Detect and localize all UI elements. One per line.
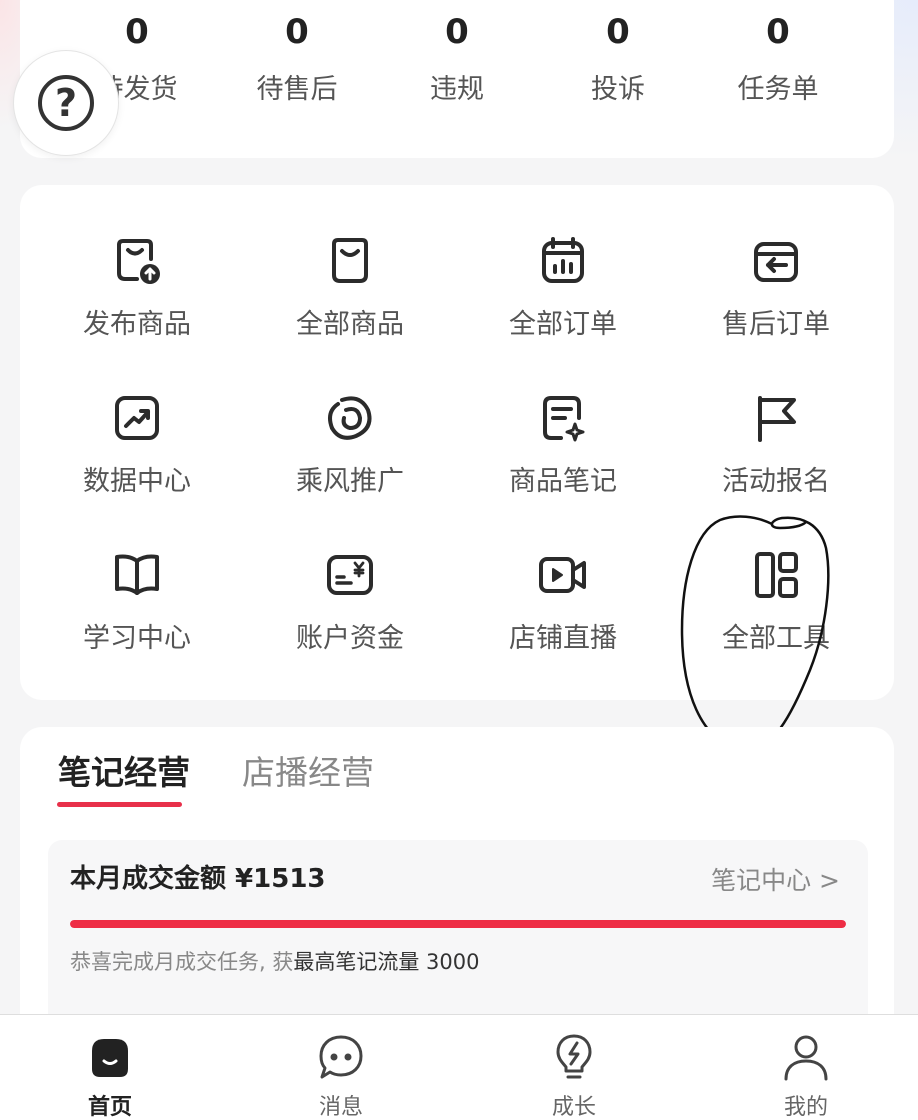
message-icon: [319, 1035, 363, 1079]
monthly-sales-title: 本月成交金额 ¥1513: [70, 864, 326, 894]
tab-live-business[interactable]: 店播经营: [242, 751, 374, 795]
all-orders-icon: [542, 237, 584, 283]
book-icon: [115, 554, 159, 595]
nav-label: 我的: [783, 1095, 828, 1120]
stat-label: 待售后: [256, 74, 338, 105]
nav-home[interactable]: 首页: [10, 1015, 210, 1120]
tool-label: 活动报名: [722, 466, 830, 497]
sales-progress-fill: [70, 920, 846, 928]
all-products-icon: [332, 238, 368, 283]
notes-center-link[interactable]: 笔记中心 >: [711, 864, 840, 898]
tab-notes-business[interactable]: 笔记经营: [58, 751, 190, 795]
nav-label: 首页: [87, 1095, 132, 1120]
tool-label: 全部工具: [722, 623, 830, 654]
order-stats-card: 0 待发货 0 待售后 0 违规 0 投诉 0 任务单: [20, 0, 894, 158]
tool-label: 全部订单: [509, 309, 617, 340]
stat-value: 0: [766, 12, 790, 52]
stat-violations[interactable]: 0 违规: [377, 10, 537, 108]
active-tab-indicator: [57, 802, 182, 807]
stat-label: 任务单: [737, 74, 819, 105]
tool-all-orders[interactable]: 全部订单: [463, 235, 663, 375]
video-icon: [539, 557, 586, 593]
nav-profile[interactable]: 我的: [706, 1015, 906, 1120]
flag-icon: [758, 396, 796, 442]
profile-icon: [784, 1035, 828, 1081]
tool-event-signup[interactable]: 活动报名: [676, 392, 876, 532]
nav-growth[interactable]: 成长: [474, 1015, 674, 1120]
tools-card: 发布商品 全部商品 全部订单 售后订单 数据中心 乘风推广 商品笔记 活动报名 …: [20, 185, 894, 700]
tool-label: 学习中心: [83, 623, 191, 654]
after-sale-orders-icon: [754, 242, 798, 282]
tool-label: 发布商品: [83, 309, 191, 340]
tool-label: 售后订单: [722, 309, 830, 340]
promotion-icon: [328, 396, 372, 440]
tool-all-tools[interactable]: 全部工具: [676, 549, 876, 689]
tool-label: 商品笔记: [509, 466, 617, 497]
data-center-icon: [115, 396, 159, 440]
growth-icon: [556, 1034, 592, 1079]
tool-store-live[interactable]: 店铺直播: [463, 549, 663, 689]
nav-label: 消息: [318, 1095, 363, 1120]
help-icon: ?: [38, 75, 94, 131]
account-funds-icon: [327, 555, 373, 595]
stat-task-orders[interactable]: 0 任务单: [698, 10, 858, 108]
grid-tools-icon: [755, 552, 798, 598]
task-note-text: 恭喜完成月成交任务, 获: [70, 950, 294, 974]
tool-label: 数据中心: [83, 466, 191, 497]
sales-progress-bar: [70, 920, 846, 928]
help-button[interactable]: ?: [13, 50, 119, 156]
stat-complaints[interactable]: 0 投诉: [538, 10, 698, 108]
tool-label: 全部商品: [296, 309, 404, 340]
tool-label: 乘风推广: [296, 466, 404, 497]
stat-value: 0: [285, 12, 309, 52]
bottom-nav: 首页 消息 成长 我的: [0, 1014, 918, 1120]
publish-product-icon: [117, 239, 160, 284]
task-complete-note: 恭喜完成月成交任务, 获最高笔记流量 3000: [70, 947, 479, 977]
stat-value: 0: [445, 12, 469, 52]
tool-account-funds[interactable]: 账户资金: [250, 549, 450, 689]
stat-value: 0: [125, 12, 149, 52]
tool-label: 店铺直播: [509, 623, 617, 654]
tool-product-notes[interactable]: 商品笔记: [463, 392, 663, 532]
tool-data-center[interactable]: 数据中心: [37, 392, 237, 532]
tool-promotion[interactable]: 乘风推广: [250, 392, 450, 532]
tool-all-products[interactable]: 全部商品: [250, 235, 450, 375]
stat-label: 违规: [430, 74, 484, 105]
task-note-highlight: 最高笔记流量 3000: [293, 950, 480, 974]
stat-value: 0: [606, 12, 630, 52]
stat-label: 投诉: [591, 74, 645, 105]
stat-pending-after-sale[interactable]: 0 待售后: [217, 10, 377, 108]
page: 0 待发货 0 待售后 0 违规 0 投诉 0 任务单 ? 发布商品 全部商品 …: [0, 0, 918, 1120]
tool-learning-center[interactable]: 学习中心: [37, 549, 237, 689]
nav-label: 成长: [551, 1095, 596, 1120]
tool-label: 账户资金: [296, 623, 404, 654]
tool-publish-product[interactable]: 发布商品: [37, 235, 237, 375]
product-notes-icon: [543, 396, 585, 442]
home-icon: [92, 1039, 128, 1077]
nav-messages[interactable]: 消息: [241, 1015, 441, 1120]
tool-after-sale-orders[interactable]: 售后订单: [676, 235, 876, 375]
